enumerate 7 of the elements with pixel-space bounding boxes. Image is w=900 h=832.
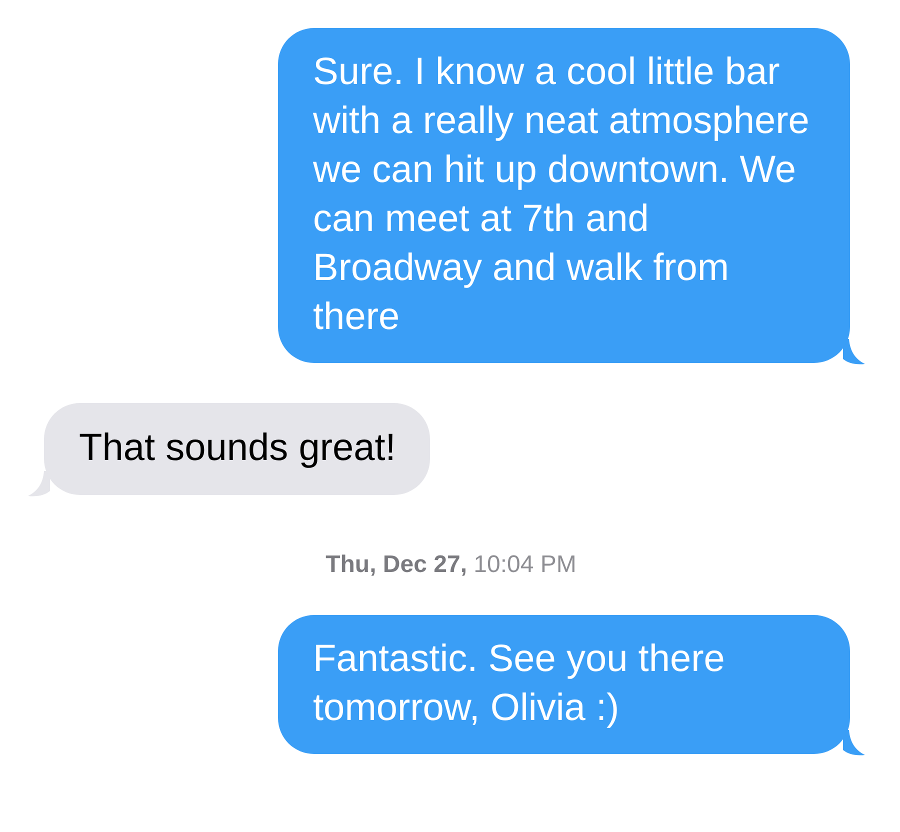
bubble-tail-icon: [843, 339, 865, 365]
bubble-tail-icon: [843, 730, 865, 756]
timestamp: Thu, Dec 27, 10:04 PM: [326, 551, 576, 579]
sent-message: Fantastic. See you there tomorrow, Olivia :): [278, 615, 850, 754]
received-message: That sounds great!: [44, 403, 430, 495]
bubble-tail-icon: [28, 471, 50, 497]
sent-message: Sure. I know a cool little bar with a really neat atmosphere we can hit up downtown. We can meet at 7th and Broadway and walk from there: [278, 28, 850, 363]
